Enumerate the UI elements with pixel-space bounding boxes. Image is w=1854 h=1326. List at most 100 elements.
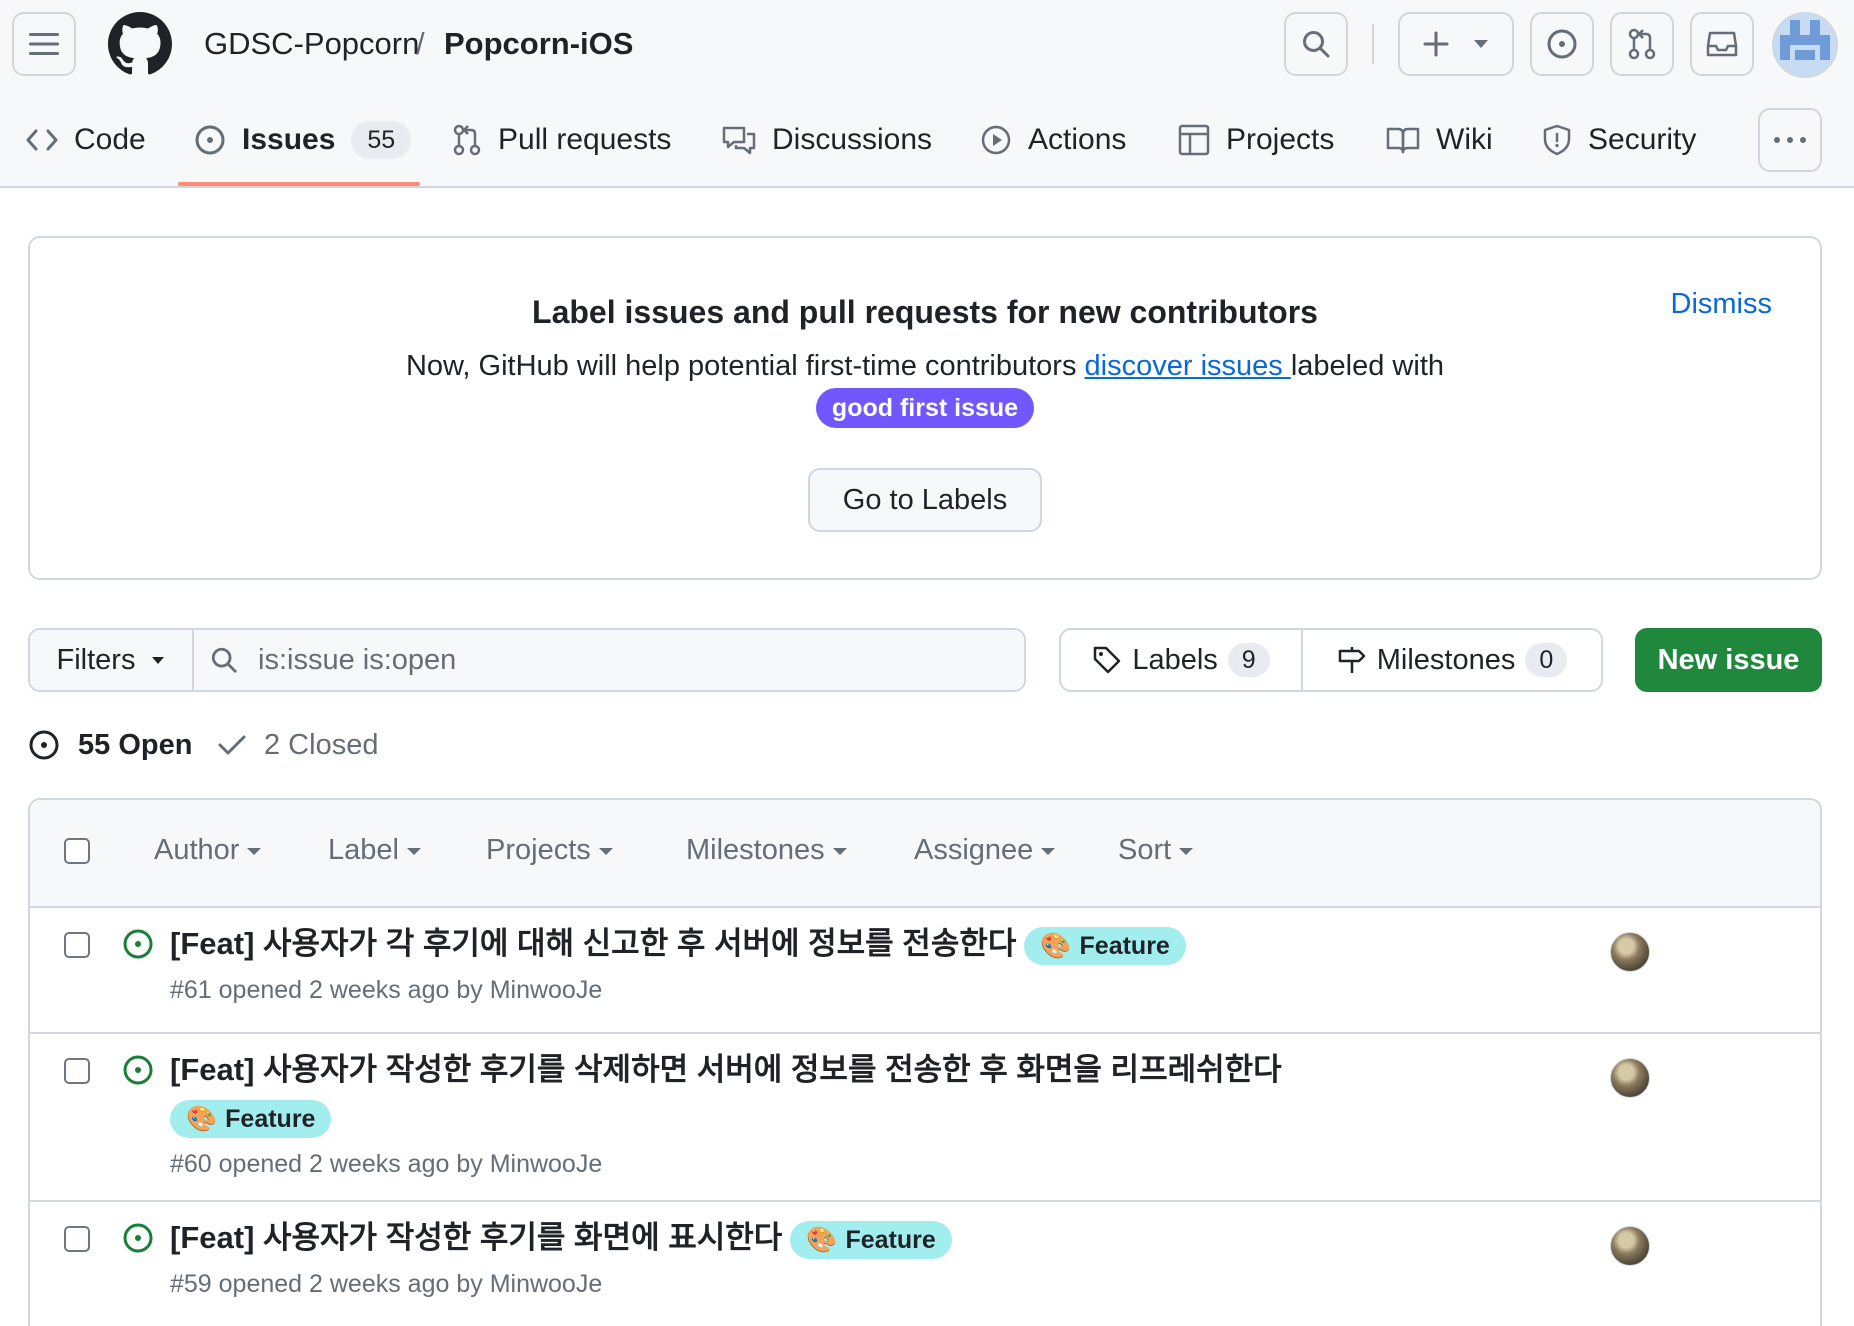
- issue-opened-icon: [1547, 29, 1577, 59]
- tab-code-label: Code: [74, 123, 146, 156]
- banner-description: Now, GitHub will help potential first-ti…: [30, 346, 1820, 386]
- issue-checkbox[interactable]: [64, 1058, 90, 1084]
- comment-discussion-icon: [722, 126, 756, 155]
- new-contributors-banner: Label issues and pull requests for new c…: [28, 236, 1822, 580]
- code-icon: [26, 129, 58, 151]
- feature-label-text: Feature: [845, 1225, 936, 1254]
- caret-down-icon: [598, 848, 613, 855]
- tab-projects-label: Projects: [1226, 123, 1335, 156]
- menu-button[interactable]: [12, 12, 76, 76]
- assignee-avatar[interactable]: [1610, 932, 1650, 972]
- issue-search-field[interactable]: [194, 630, 1024, 690]
- tab-code[interactable]: Code: [26, 116, 146, 164]
- tab-projects[interactable]: Projects: [1178, 116, 1334, 164]
- tab-issues[interactable]: Issues 55: [194, 116, 412, 164]
- issue-list-header: Author Label Projects Milestones Assigne…: [30, 800, 1820, 908]
- filters-label: Filters: [56, 643, 136, 676]
- your-pull-requests-button[interactable]: [1610, 12, 1674, 76]
- issue-title-line: [Feat] 사용자가 작성한 후기를 화면에 표시한다 🎨 Feature: [170, 1216, 952, 1260]
- discover-issues-link[interactable]: discover issues: [1085, 350, 1291, 382]
- search-button[interactable]: [1284, 12, 1348, 76]
- banner-text-after: labeled with: [1290, 350, 1444, 382]
- assignee-avatar[interactable]: [1610, 1226, 1650, 1266]
- header-divider: [1372, 24, 1374, 64]
- projects-filter[interactable]: Projects: [486, 834, 613, 867]
- assignee-filter[interactable]: Assignee: [914, 834, 1056, 867]
- good-first-issue-label-wrap: good first issue: [30, 388, 1820, 428]
- closed-issues-toggle[interactable]: 2 Closed: [218, 724, 378, 766]
- breadcrumb-separator: /: [416, 26, 425, 61]
- art-palette-icon: 🎨: [1040, 931, 1072, 960]
- breadcrumb-repo[interactable]: Popcorn-iOS: [444, 24, 633, 64]
- go-to-labels-button[interactable]: Go to Labels: [808, 468, 1042, 532]
- banner-text-before: Now, GitHub will help potential first-ti…: [405, 350, 1085, 382]
- tab-issues-label: Issues: [242, 123, 336, 156]
- milestones-button[interactable]: Milestones 0: [1303, 630, 1601, 690]
- sort-filter[interactable]: Sort: [1118, 834, 1194, 867]
- git-pull-request-icon: [1628, 28, 1656, 60]
- author-filter[interactable]: Author: [154, 834, 262, 867]
- issue-checkbox[interactable]: [64, 932, 90, 958]
- issue-list: Author Label Projects Milestones Assigne…: [28, 798, 1822, 1326]
- go-to-labels-wrap: Go to Labels: [30, 468, 1820, 532]
- projects-filter-label: Projects: [486, 834, 591, 866]
- user-avatar[interactable]: [1772, 12, 1838, 78]
- your-issues-button[interactable]: [1530, 12, 1594, 76]
- table-icon: [1178, 124, 1210, 156]
- issue-search-input[interactable]: [258, 643, 958, 677]
- tab-discussions[interactable]: Discussions: [722, 116, 932, 164]
- tab-actions[interactable]: Actions: [980, 116, 1126, 164]
- issue-opened-icon: [123, 929, 153, 959]
- tab-security-label: Security: [1588, 123, 1697, 156]
- milestone-icon: [1338, 647, 1365, 673]
- issue-title-line: [Feat] 사용자가 각 후기에 대해 신고한 후 서버에 정보를 전송한다 🎨…: [170, 922, 1186, 966]
- issue-opened-icon: [123, 1055, 153, 1085]
- book-icon: [1386, 127, 1420, 154]
- assignee-avatar[interactable]: [1610, 1058, 1650, 1098]
- inbox-button[interactable]: [1690, 12, 1754, 76]
- art-palette-icon: 🎨: [186, 1104, 218, 1133]
- tab-pull-requests-label: Pull requests: [498, 123, 672, 156]
- issue-meta: #59 opened 2 weeks ago by MinwooJe: [170, 1270, 603, 1298]
- identicon-icon: [1780, 20, 1830, 60]
- tab-wiki[interactable]: Wiki: [1386, 116, 1493, 164]
- triangle-down-icon: [1474, 40, 1488, 48]
- dismiss-link[interactable]: Dismiss: [1671, 288, 1773, 321]
- issue-title-link[interactable]: [Feat] 사용자가 각 후기에 대해 신고한 후 서버에 정보를 전송한다: [170, 926, 1016, 961]
- open-issues-toggle[interactable]: 55 Open: [28, 724, 192, 766]
- search-icon: [211, 647, 237, 673]
- search-icon: [1303, 31, 1330, 58]
- milestones-counter: 0: [1525, 643, 1568, 677]
- check-icon: [218, 735, 246, 755]
- issue-opened-icon: [195, 125, 225, 155]
- breadcrumb-owner[interactable]: GDSC-Popcorn: [204, 24, 419, 64]
- more-tabs-button[interactable]: [1758, 108, 1822, 172]
- labels-button[interactable]: Labels 9: [1061, 630, 1303, 690]
- issue-title-link[interactable]: [Feat] 사용자가 작성한 후기를 화면에 표시한다: [170, 1220, 782, 1255]
- issue-opened-icon: [29, 730, 59, 760]
- kebab-horizontal-icon: [1774, 137, 1806, 143]
- labels-label: Labels: [1132, 643, 1218, 676]
- issue-row: [Feat] 사용자가 작성한 후기를 화면에 표시한다 🎨 Feature #59…: [30, 1202, 1820, 1326]
- feature-label[interactable]: 🎨 Feature: [1024, 926, 1186, 965]
- feature-label[interactable]: 🎨 Feature: [170, 1099, 332, 1138]
- caret-down-icon: [247, 848, 262, 855]
- milestones-filter[interactable]: Milestones: [686, 834, 847, 867]
- github-logo-icon[interactable]: [108, 12, 172, 76]
- plus-icon: [1423, 31, 1449, 57]
- play-icon: [981, 125, 1011, 155]
- tab-pull-requests[interactable]: Pull requests: [452, 116, 671, 164]
- filters-dropdown-button[interactable]: Filters: [30, 630, 194, 690]
- select-all-checkbox[interactable]: [64, 838, 90, 864]
- label-filter[interactable]: Label: [328, 834, 421, 867]
- issue-title-link[interactable]: [Feat] 사용자가 작성한 후기를 삭제하면 서버에 정보를 전송한 후 화…: [170, 1052, 1282, 1087]
- milestones-label: Milestones: [1376, 643, 1516, 676]
- feature-label[interactable]: 🎨 Feature: [790, 1220, 952, 1259]
- issue-checkbox[interactable]: [64, 1226, 90, 1252]
- labels-milestones-group: Labels 9 Milestones 0: [1059, 628, 1603, 692]
- create-new-button[interactable]: [1398, 12, 1514, 76]
- new-issue-button[interactable]: New issue: [1635, 628, 1822, 692]
- author-filter-label: Author: [154, 834, 240, 866]
- assignee-filter-label: Assignee: [914, 834, 1034, 866]
- tab-security[interactable]: Security: [1542, 116, 1696, 164]
